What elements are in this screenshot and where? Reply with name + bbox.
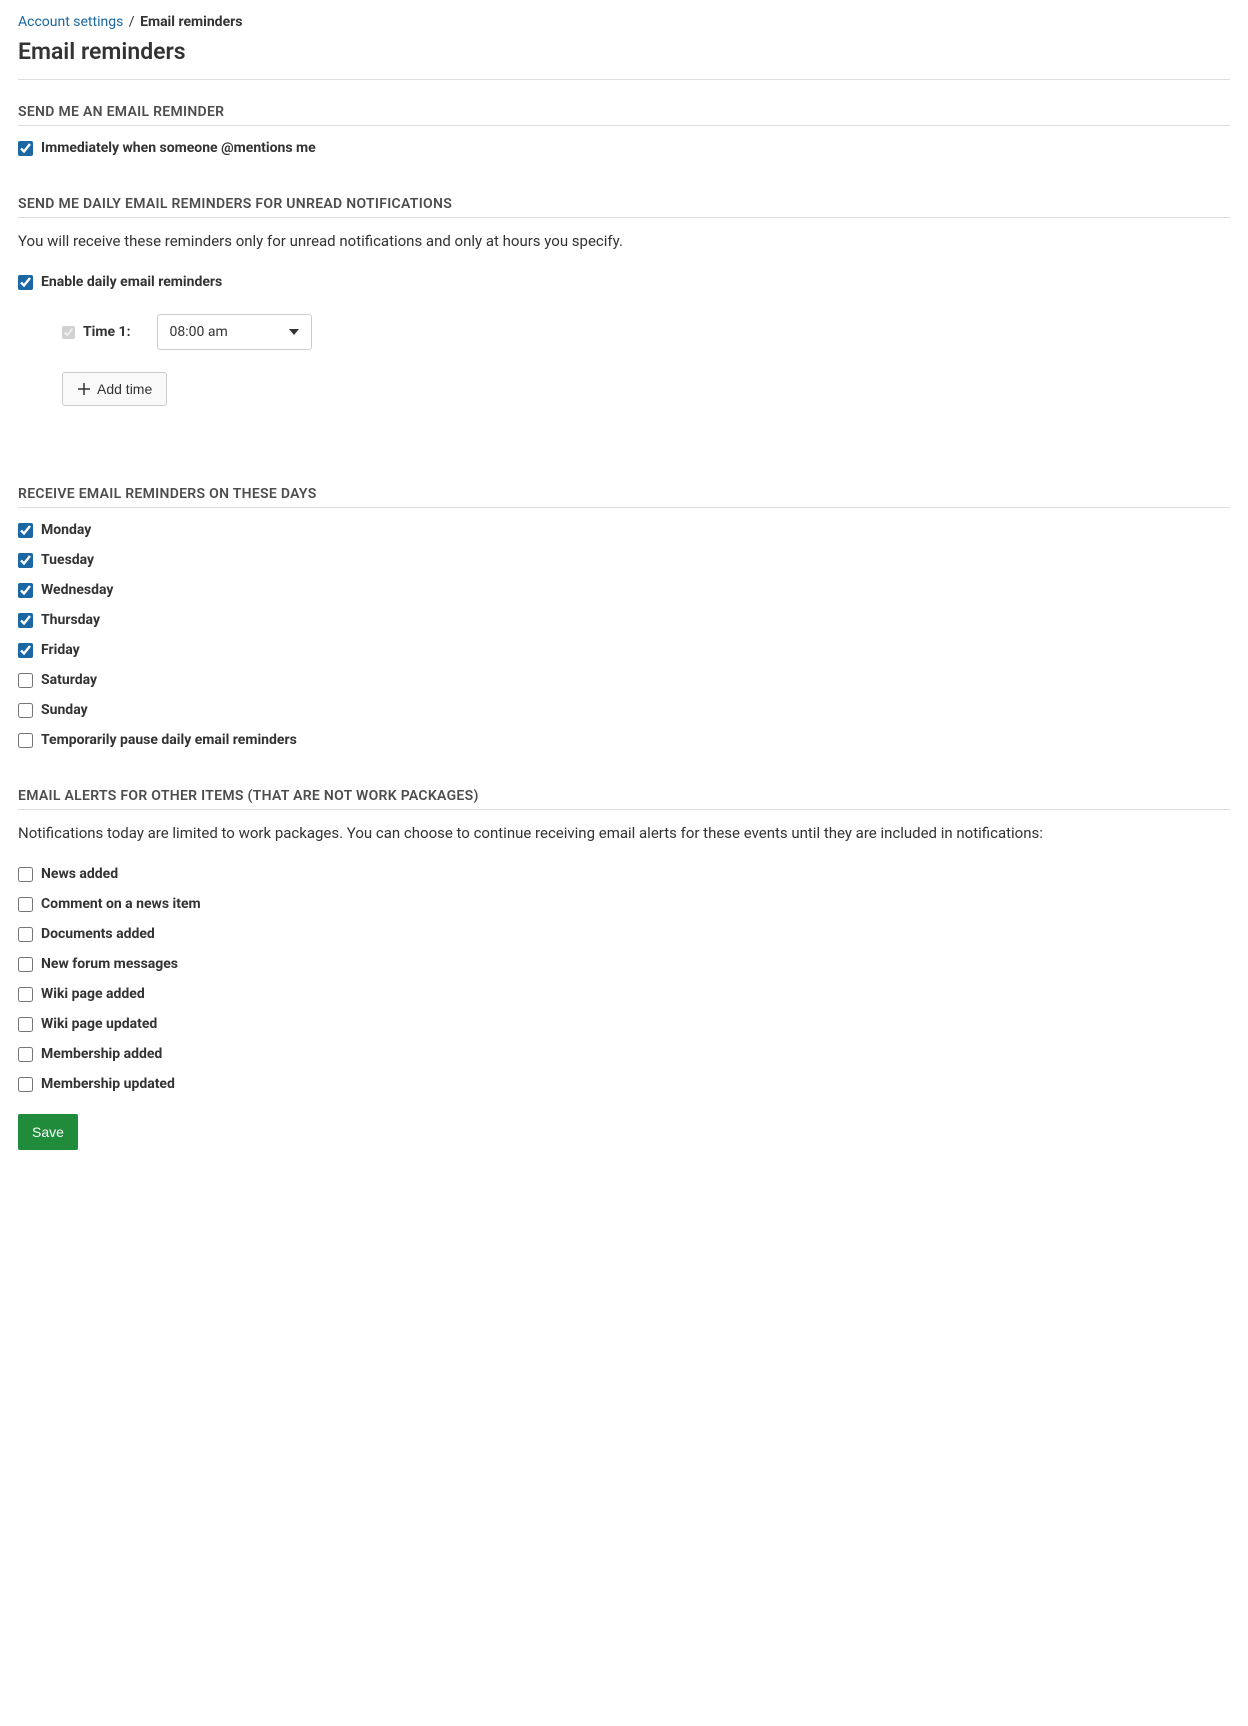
time-1-select[interactable]: 08:00 am [157, 314, 312, 350]
alert-label[interactable]: New forum messages [41, 956, 178, 972]
enable-daily-label[interactable]: Enable daily email reminders [41, 274, 222, 290]
alert-label[interactable]: Comment on a news item [41, 896, 201, 912]
alert-checkbox[interactable] [18, 1017, 33, 1032]
day-label[interactable]: Tuesday [41, 552, 94, 568]
alert-checkbox[interactable] [18, 867, 33, 882]
time-1-value: 08:00 am [170, 324, 228, 340]
section-heading-days: Receive email reminders on these days [18, 486, 1230, 508]
breadcrumb-parent-link[interactable]: Account settings [18, 14, 123, 30]
breadcrumb-separator: / [129, 14, 135, 30]
day-label[interactable]: Monday [41, 522, 91, 538]
day-label[interactable]: Thursday [41, 612, 100, 628]
add-time-button[interactable]: Add time [62, 372, 167, 406]
day-row: Wednesday [18, 582, 1230, 598]
chevron-down-icon [289, 329, 299, 335]
day-checkbox[interactable] [18, 583, 33, 598]
day-checkbox[interactable] [18, 733, 33, 748]
day-checkbox[interactable] [18, 553, 33, 568]
alert-row: Wiki page updated [18, 1016, 1230, 1032]
alert-checkbox[interactable] [18, 927, 33, 942]
alert-row: News added [18, 866, 1230, 882]
enable-daily-checkbox[interactable] [18, 275, 33, 290]
alert-row: New forum messages [18, 956, 1230, 972]
day-row: Tuesday [18, 552, 1230, 568]
section-alerts: Email alerts for other items (that are n… [18, 788, 1230, 1092]
alert-label[interactable]: News added [41, 866, 118, 882]
breadcrumb: Account settings / Email reminders [18, 14, 1230, 30]
day-row: Friday [18, 642, 1230, 658]
immediate-mention-label[interactable]: Immediately when someone @mentions me [41, 140, 316, 156]
alert-label[interactable]: Wiki page updated [41, 1016, 157, 1032]
enable-daily-row: Enable daily email reminders [18, 274, 1230, 290]
day-row: Sunday [18, 702, 1230, 718]
section-heading-immediate: Send me an email reminder [18, 104, 1230, 126]
alert-checkbox[interactable] [18, 1047, 33, 1062]
title-divider [18, 79, 1230, 80]
section-immediate: Send me an email reminder Immediately wh… [18, 104, 1230, 156]
day-label[interactable]: Temporarily pause daily email reminders [41, 732, 297, 748]
day-row: Thursday [18, 612, 1230, 628]
day-checkbox[interactable] [18, 613, 33, 628]
day-row: Monday [18, 522, 1230, 538]
alert-label[interactable]: Membership added [41, 1046, 162, 1062]
time-1-checkbox [62, 326, 75, 339]
day-row: Temporarily pause daily email reminders [18, 732, 1230, 748]
alert-label[interactable]: Wiki page added [41, 986, 145, 1002]
save-button[interactable]: Save [18, 1114, 78, 1150]
section-heading-alerts: Email alerts for other items (that are n… [18, 788, 1230, 810]
alert-label[interactable]: Documents added [41, 926, 155, 942]
section-days: Receive email reminders on these days Mo… [18, 486, 1230, 748]
section-heading-daily: Send me daily email reminders for unread… [18, 196, 1230, 218]
alert-row: Wiki page added [18, 986, 1230, 1002]
alert-checkbox[interactable] [18, 1077, 33, 1092]
day-label[interactable]: Wednesday [41, 582, 113, 598]
alert-label[interactable]: Membership updated [41, 1076, 175, 1092]
alerts-description: Notifications today are limited to work … [18, 824, 1230, 842]
add-time-label: Add time [97, 381, 152, 397]
day-checkbox[interactable] [18, 673, 33, 688]
alert-row: Documents added [18, 926, 1230, 942]
alert-checkbox[interactable] [18, 987, 33, 1002]
day-checkbox[interactable] [18, 703, 33, 718]
alert-checkbox[interactable] [18, 957, 33, 972]
breadcrumb-current: Email reminders [140, 14, 242, 30]
page-title: Email reminders [18, 38, 1230, 65]
day-row: Saturday [18, 672, 1230, 688]
daily-description: You will receive these reminders only fo… [18, 232, 1230, 250]
day-checkbox[interactable] [18, 643, 33, 658]
alerts-list: News added Comment on a news item Document… [18, 866, 1230, 1092]
day-checkbox[interactable] [18, 523, 33, 538]
alert-checkbox[interactable] [18, 897, 33, 912]
time-1-label: Time 1: [83, 324, 131, 340]
time-row: Time 1: 08:00 am [62, 314, 1230, 350]
day-label[interactable]: Friday [41, 642, 80, 658]
immediate-mention-row: Immediately when someone @mentions me [18, 140, 1230, 156]
alert-row: Membership added [18, 1046, 1230, 1062]
day-label[interactable]: Saturday [41, 672, 97, 688]
plus-icon [77, 382, 91, 396]
immediate-mention-checkbox[interactable] [18, 141, 33, 156]
day-label[interactable]: Sunday [41, 702, 88, 718]
days-list: Monday Tuesday Wednesday Thursday Friday Satu… [18, 522, 1230, 748]
alert-row: Comment on a news item [18, 896, 1230, 912]
section-daily: Send me daily email reminders for unread… [18, 196, 1230, 406]
alert-row: Membership updated [18, 1076, 1230, 1092]
